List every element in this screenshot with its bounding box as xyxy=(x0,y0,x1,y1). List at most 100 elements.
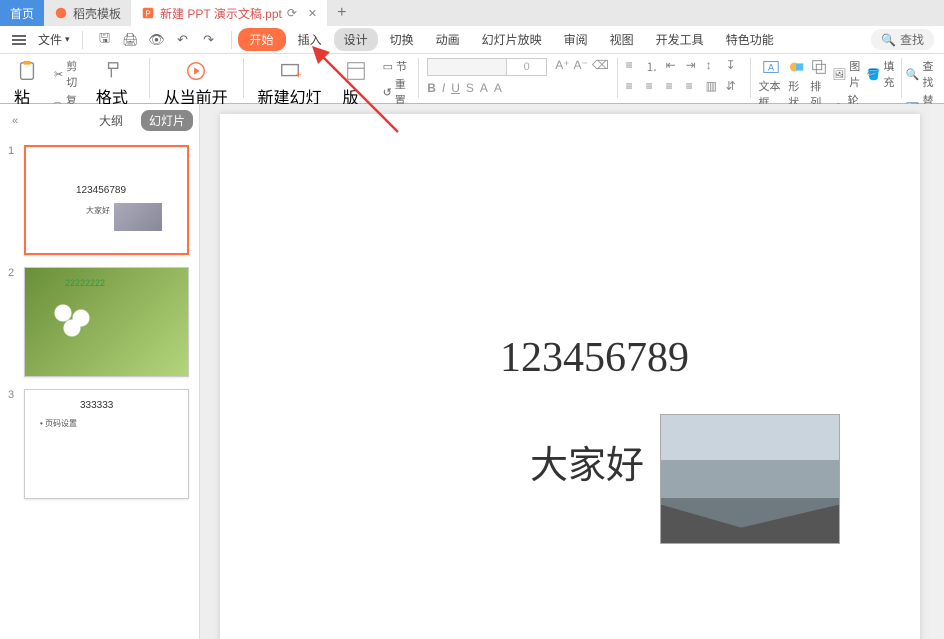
search-placeholder: 查找 xyxy=(900,31,924,48)
thumb-number: 2 xyxy=(8,267,18,377)
slide-title-text[interactable]: 123456789 xyxy=(500,334,689,382)
section-button[interactable]: ▭节 xyxy=(383,58,411,74)
underline-button[interactable]: U xyxy=(451,81,460,95)
indent-increase-button[interactable]: ⇥ xyxy=(686,58,702,75)
align-justify-button[interactable]: ≡ xyxy=(686,79,702,93)
ribbon-toolbar: 粘贴 ✂剪切 ⎘复制 格式刷 从当前开始 + 新建幻灯片 版式 ▭节 ↺重置 B… xyxy=(0,54,944,104)
bold-button[interactable]: B xyxy=(427,81,436,95)
collapse-panel-icon[interactable]: « xyxy=(12,115,18,127)
font-style-group: B I U S A A xyxy=(427,81,547,95)
textbox-icon: A xyxy=(762,58,780,76)
slide-subtitle-text[interactable]: 大家好 xyxy=(530,434,644,489)
find-button[interactable]: 🔍查找 xyxy=(906,58,936,90)
text-direction-button[interactable]: ↧ xyxy=(726,58,742,75)
increase-font-button[interactable]: A⁺ xyxy=(555,58,569,72)
separator xyxy=(149,58,150,98)
line-spacing-button[interactable]: ↕ xyxy=(706,58,722,75)
preview-icon[interactable]: 👁 xyxy=(149,32,165,48)
section-label: 节 xyxy=(396,58,407,74)
thumbnail-2[interactable]: 22222222 xyxy=(24,267,189,377)
thumb1-sub: 大家好 xyxy=(86,205,110,216)
decrease-font-button[interactable]: A⁻ xyxy=(574,58,588,72)
italic-button[interactable]: I xyxy=(442,81,445,95)
svg-text:A: A xyxy=(768,63,774,73)
menu-view[interactable]: 视图 xyxy=(600,25,644,54)
highlight-button[interactable]: A xyxy=(494,81,502,95)
menu-animation[interactable]: 动画 xyxy=(426,25,470,54)
thumbnail-1[interactable]: 123456789 大家好 xyxy=(24,145,189,255)
bullets-button[interactable]: ≡ xyxy=(626,58,642,75)
cut-label: 剪切 xyxy=(66,58,82,90)
menu-bar: 文件 ▾ 🖫 🖨 👁 ↶ ↷ 开始 插入 设计 切换 动画 幻灯片放映 审阅 视… xyxy=(0,26,944,54)
shape-icon xyxy=(788,58,806,76)
fill-label: 填充 xyxy=(883,58,897,90)
tab-close-icon[interactable]: ✕ xyxy=(308,7,317,20)
undo-icon[interactable]: ↶ xyxy=(175,32,191,48)
strike-button[interactable]: S xyxy=(466,81,474,95)
separator xyxy=(617,58,618,98)
print-icon[interactable]: 🖨 xyxy=(123,32,139,48)
slide-image[interactable] xyxy=(660,414,840,544)
menu-design[interactable]: 设计 xyxy=(334,28,378,51)
vertical-scrollbar[interactable] xyxy=(930,104,944,639)
canvas-area: 123456789 大家好 xyxy=(200,104,944,639)
brush-icon xyxy=(104,60,126,82)
separator xyxy=(82,31,83,49)
font-color-button[interactable]: A xyxy=(480,81,488,95)
slide-panel: « 大纲 幻灯片 1 123456789 大家好 2 22222222 3 xyxy=(0,104,200,639)
font-size-input[interactable] xyxy=(507,58,547,76)
columns-button[interactable]: ▥ xyxy=(706,79,722,93)
separator xyxy=(418,58,419,98)
save-icon[interactable]: 🖫 xyxy=(97,32,113,48)
chevron-down-icon: ▾ xyxy=(65,34,70,45)
side-tab-outline[interactable]: 大纲 xyxy=(91,110,131,131)
numbering-button[interactable]: ⒈ xyxy=(646,58,662,75)
search-icon: 🔍 xyxy=(881,33,896,47)
thumb2-text: 22222222 xyxy=(65,278,105,288)
redo-icon[interactable]: ↷ xyxy=(201,32,217,48)
align-center-button[interactable]: ≡ xyxy=(646,79,662,93)
thumb1-title: 123456789 xyxy=(76,185,126,196)
tab-template-label: 稻壳模板 xyxy=(73,5,121,22)
clear-format-button[interactable]: ⌫ xyxy=(592,58,609,72)
tab-sync-icon[interactable]: ⟳ xyxy=(287,6,297,20)
menu-transition[interactable]: 切换 xyxy=(380,25,424,54)
new-tab-button[interactable]: + xyxy=(327,4,356,22)
thumb-number: 1 xyxy=(8,145,18,255)
search-box[interactable]: 🔍 查找 xyxy=(871,29,934,50)
font-family-input[interactable] xyxy=(427,58,507,76)
menu-features[interactable]: 特色功能 xyxy=(716,25,784,54)
fill-button[interactable]: 🪣填充 xyxy=(867,58,897,90)
tab-document-label: 新建 PPT 演示文稿.ppt xyxy=(160,5,282,22)
align-left-button[interactable]: ≡ xyxy=(626,79,642,93)
cut-button[interactable]: ✂剪切 xyxy=(54,58,82,90)
new-slide-icon: + xyxy=(279,60,301,82)
menu-start[interactable]: 开始 xyxy=(238,28,286,51)
layout-icon xyxy=(345,60,367,82)
ppt-icon: P xyxy=(141,6,155,20)
separator xyxy=(231,31,232,49)
separator xyxy=(901,58,902,98)
document-tabs: 首页 稻壳模板 P 新建 PPT 演示文稿.ppt ⟳ ✕ + xyxy=(0,0,944,26)
menu-devtools[interactable]: 开发工具 xyxy=(646,25,714,54)
file-menu[interactable]: 文件 ▾ xyxy=(32,31,76,48)
main-area: « 大纲 幻灯片 1 123456789 大家好 2 22222222 3 xyxy=(0,104,944,639)
menu-slideshow[interactable]: 幻灯片放映 xyxy=(472,25,552,54)
tab-home[interactable]: 首页 xyxy=(0,0,44,26)
tab-template[interactable]: 稻壳模板 xyxy=(44,0,131,26)
picture-icon: 🖼 xyxy=(832,68,846,81)
tab-document[interactable]: P 新建 PPT 演示文稿.ppt ⟳ ✕ xyxy=(131,0,327,26)
align-right-button[interactable]: ≡ xyxy=(666,79,682,93)
hamburger-icon[interactable] xyxy=(8,31,30,49)
thumbnail-3[interactable]: 333333 • 页码设置 xyxy=(24,389,189,499)
slide-canvas[interactable]: 123456789 大家好 xyxy=(220,114,920,639)
menu-insert[interactable]: 插入 xyxy=(288,25,332,54)
thumb3-title: 333333 xyxy=(80,400,113,411)
menu-review[interactable]: 审阅 xyxy=(554,25,598,54)
side-tab-slides[interactable]: 幻灯片 xyxy=(141,110,193,131)
align-vert-button[interactable]: ⇵ xyxy=(726,79,742,93)
indent-decrease-button[interactable]: ⇤ xyxy=(666,58,682,75)
picture-button[interactable]: 🖼图片 xyxy=(832,58,862,90)
template-icon xyxy=(54,6,68,20)
section-icon: ▭ xyxy=(383,60,393,73)
